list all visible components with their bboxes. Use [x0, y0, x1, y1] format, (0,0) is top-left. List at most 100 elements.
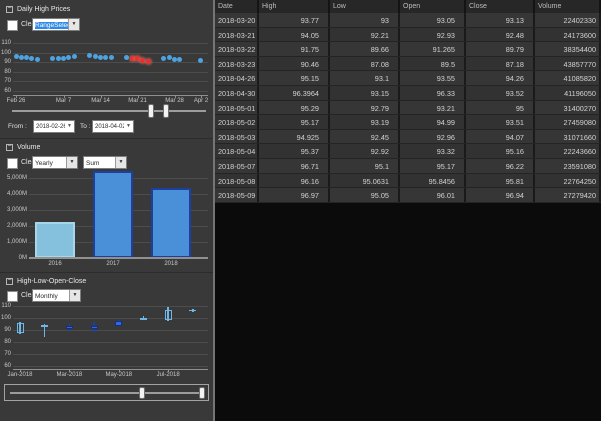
- table-cell: 94.99: [400, 115, 466, 129]
- y-axis-label: 80: [0, 69, 11, 75]
- stock-analysis-window: − Daily High Prices Clear RangeSelect ▼ …: [0, 0, 601, 421]
- scatter-point[interactable]: [109, 55, 114, 60]
- table-cell: 96.71: [259, 159, 330, 173]
- hloc-chart[interactable]: 11010090807060Jan-2018Mar-2018May-2018Ju…: [0, 303, 213, 382]
- candle-body[interactable]: [115, 321, 122, 326]
- table-cell: 92.21: [330, 28, 400, 42]
- candle-body[interactable]: [17, 323, 24, 333]
- table-row[interactable]: 2018-05-0394.92592.4592.9694.0731071660: [215, 130, 601, 145]
- scatter-point[interactable]: [35, 57, 40, 62]
- slider-track[interactable]: [10, 392, 203, 394]
- table-cell: 24173600: [535, 28, 601, 42]
- table-row[interactable]: 2018-03-2194.0592.2192.9392.4824173600: [215, 28, 601, 43]
- scatter-point[interactable]: [93, 54, 98, 59]
- hloc-period-combo[interactable]: Monthly ▼: [32, 289, 81, 302]
- slider-handle-left[interactable]: [148, 104, 154, 118]
- column-header-open[interactable]: Open: [400, 0, 466, 13]
- y-axis-label: 4,000M: [0, 191, 27, 197]
- hloc-range-slider[interactable]: [4, 384, 209, 401]
- scatter-point[interactable]: [103, 55, 108, 60]
- table-cell: 87.18: [466, 57, 535, 71]
- volume-bar[interactable]: [93, 171, 133, 258]
- table-row[interactable]: 2018-03-2093.779393.0593.1322402330: [215, 13, 601, 28]
- combo-selected-text: RangeSelect: [35, 22, 68, 29]
- table-row[interactable]: 2018-04-2695.1593.193.5594.2641085820: [215, 71, 601, 86]
- candle-body[interactable]: [41, 325, 48, 327]
- table-cell: 95.17: [259, 115, 330, 129]
- collapse-icon[interactable]: −: [6, 278, 13, 285]
- volume-bar[interactable]: [151, 188, 191, 258]
- column-header-close[interactable]: Close: [466, 0, 535, 13]
- chevron-down-icon[interactable]: ▼: [69, 290, 80, 301]
- scatter-point[interactable]: [61, 56, 66, 61]
- table-cell: 93: [330, 13, 400, 27]
- table-cell: 27459080: [535, 115, 601, 129]
- table-cell: 41196050: [535, 86, 601, 100]
- chevron-down-icon[interactable]: ▼: [68, 19, 79, 30]
- table-row[interactable]: 2018-05-0195.2992.7993.219531400270: [215, 101, 601, 116]
- column-header-low[interactable]: Low: [330, 0, 400, 13]
- table-row[interactable]: 2018-05-0495.3792.9293.3295.1622243660: [215, 144, 601, 159]
- y-axis-label: 100: [0, 315, 11, 321]
- scatter-point[interactable]: [56, 56, 61, 61]
- slider-track[interactable]: [12, 110, 206, 112]
- chevron-down-icon[interactable]: ▼: [124, 121, 133, 132]
- scatter-point[interactable]: [24, 55, 29, 60]
- table-row[interactable]: 2018-03-2390.4687.0889.587.1843857770: [215, 57, 601, 72]
- table-cell: 93.32: [400, 144, 466, 158]
- column-header-high[interactable]: High: [259, 0, 330, 13]
- table-cell: 95.8456: [400, 174, 466, 188]
- gridline: [13, 354, 208, 355]
- scatter-point[interactable]: [124, 55, 129, 60]
- table-row[interactable]: 2018-03-2291.7589.6691.26589.7938354400: [215, 42, 601, 57]
- to-date-picker[interactable]: 2018-04-02 ▼: [92, 120, 134, 133]
- candle-body[interactable]: [189, 310, 196, 312]
- table-cell: 2018-05-03: [215, 130, 259, 144]
- scatter-point[interactable]: [87, 53, 92, 58]
- series-mode-combo[interactable]: RangeSelect ▼: [32, 18, 80, 31]
- table-row[interactable]: 2018-05-0295.1793.1994.9993.5127459080: [215, 115, 601, 130]
- slider-handle-right[interactable]: [163, 104, 169, 118]
- table-cell: 95.37: [259, 144, 330, 158]
- date-range-slider[interactable]: [0, 104, 213, 119]
- table-row[interactable]: 2018-04-3096.396493.1596.3393.5241196050: [215, 86, 601, 101]
- scatter-point-selected[interactable]: [146, 59, 151, 64]
- scatter-point[interactable]: [50, 56, 55, 61]
- scatter-point[interactable]: [66, 55, 71, 60]
- scatter-point-selected[interactable]: [135, 56, 140, 61]
- candle-body[interactable]: [140, 318, 147, 320]
- volume-chart[interactable]: 5,000M4,000M3,000M2,000M1,000M0M20162017…: [0, 166, 213, 270]
- gridline: [13, 366, 208, 367]
- scatter-point[interactable]: [98, 55, 103, 60]
- scatter-point[interactable]: [72, 54, 77, 59]
- table-row[interactable]: 2018-05-0796.7195.195.1796.2223591080: [215, 159, 601, 174]
- candle-body[interactable]: [66, 326, 73, 329]
- collapse-icon[interactable]: −: [6, 6, 13, 13]
- table-cell: 2018-05-01: [215, 101, 259, 115]
- candle-body[interactable]: [165, 310, 172, 320]
- slider-handle-right[interactable]: [199, 387, 205, 399]
- candle-body[interactable]: [91, 326, 98, 329]
- table-row[interactable]: 2018-05-0996.9795.0596.0196.9427279420: [215, 188, 601, 203]
- scatter-point[interactable]: [19, 55, 24, 60]
- clear-checkbox[interactable]: [7, 20, 18, 31]
- scatter-point-selected[interactable]: [130, 56, 135, 61]
- to-label: To :: [80, 123, 90, 130]
- scatter-point[interactable]: [167, 55, 172, 60]
- table-cell: 22402330: [535, 13, 601, 27]
- clear-checkbox[interactable]: [7, 291, 18, 302]
- collapse-icon[interactable]: −: [6, 144, 13, 151]
- volume-bar[interactable]: [35, 222, 75, 258]
- table-cell: 94.925: [259, 130, 330, 144]
- chevron-down-icon[interactable]: ▼: [65, 121, 74, 132]
- scatter-point[interactable]: [14, 54, 19, 59]
- daily-high-chart[interactable]: 11010090807060Feb 26Mar 7Mar 14Mar 21Mar…: [0, 38, 213, 104]
- column-header-volume[interactable]: Volume: [535, 0, 601, 13]
- column-header-date[interactable]: Date: [215, 0, 259, 13]
- table-cell: 94.07: [466, 130, 535, 144]
- slider-handle-left[interactable]: [139, 387, 145, 399]
- from-date-picker[interactable]: 2018-02-26 ▼: [33, 120, 75, 133]
- scatter-point[interactable]: [161, 56, 166, 61]
- scatter-point[interactable]: [29, 56, 34, 61]
- table-row[interactable]: 2018-05-0896.1695.063195.845695.81227642…: [215, 174, 601, 189]
